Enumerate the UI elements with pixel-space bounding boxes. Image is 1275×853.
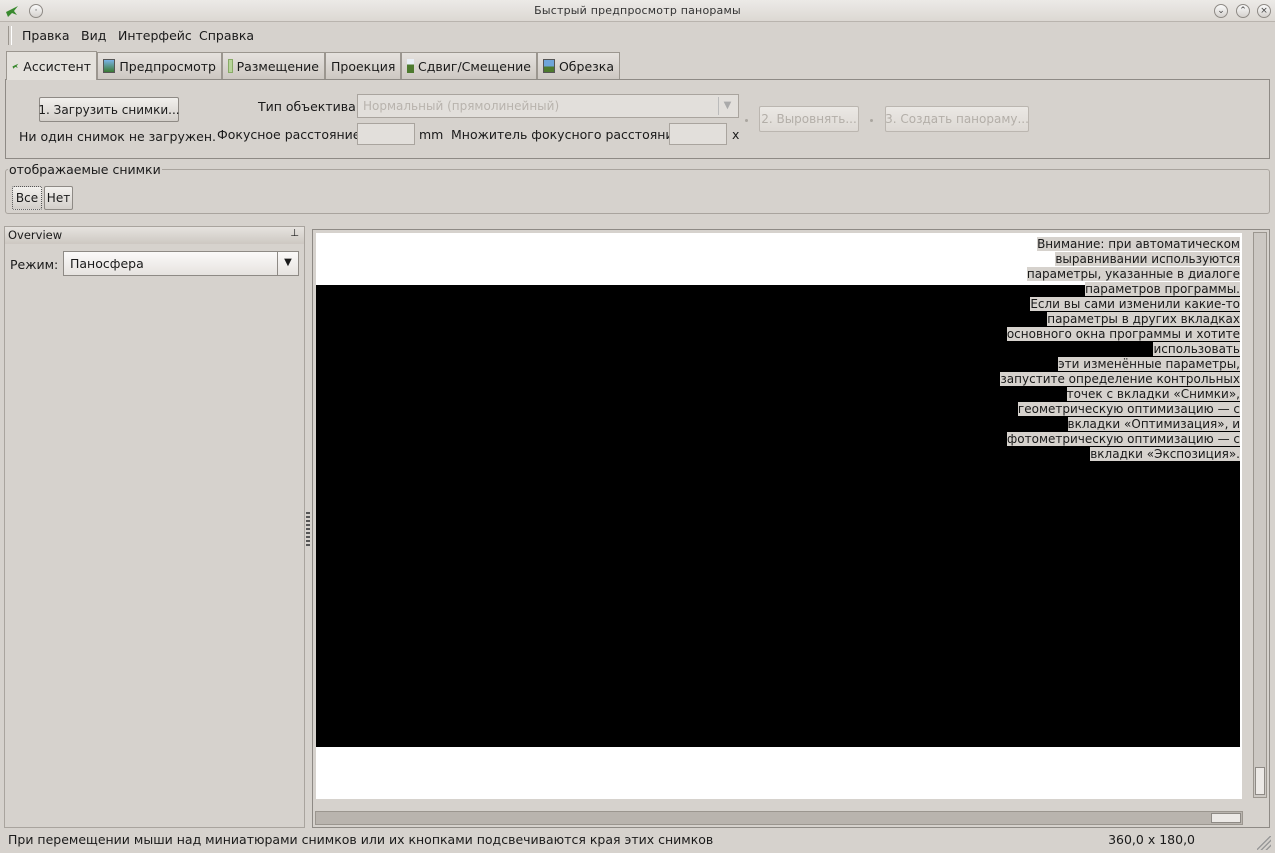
assistant-panel: 1. Загрузить снимки... Ни один снимок не…: [5, 79, 1270, 159]
tab-assistant[interactable]: Ассистент: [6, 51, 97, 80]
tab-projection[interactable]: Проекция: [325, 52, 401, 79]
horizontal-scrollbar[interactable]: [315, 811, 1243, 825]
minimize-icon[interactable]: ⌄: [1214, 4, 1228, 18]
layout-icon: [228, 59, 233, 73]
preview-area: Внимание: при автоматическом выравнивании…: [312, 229, 1270, 828]
tab-preview[interactable]: Предпросмотр: [97, 52, 222, 79]
overview-title: Overview: [8, 228, 63, 242]
scroll-thumb[interactable]: [1255, 767, 1265, 795]
status-bar: При перемещении мыши над миниатюрами сни…: [0, 830, 1275, 853]
lens-type-label: Тип объектива:: [258, 99, 360, 114]
tab-crop[interactable]: Обрезка: [537, 52, 620, 79]
chevron-down-icon: ▼: [277, 252, 298, 275]
warning-line: параметров программы.: [1085, 282, 1240, 296]
status-message: При перемещении мыши над миниатюрами сни…: [8, 832, 714, 847]
mode-select[interactable]: Паносфера ▼: [63, 251, 299, 276]
group-title: отображаемые снимки: [8, 162, 162, 177]
vertical-scrollbar[interactable]: [1253, 232, 1267, 798]
move-icon: [407, 59, 415, 73]
tab-layout[interactable]: Размещение: [222, 52, 325, 79]
splitter-handle[interactable]: [306, 512, 310, 546]
mode-value: Паносфера: [70, 256, 144, 271]
mode-label: Режим:: [10, 257, 59, 272]
focal-length-unit: mm: [419, 127, 444, 142]
tab-label: Предпросмотр: [119, 58, 216, 74]
warning-line: использовать: [1153, 342, 1240, 356]
preview-canvas[interactable]: Внимание: при автоматическом выравнивании…: [316, 233, 1242, 799]
tab-label: Обрезка: [558, 58, 614, 74]
warning-line: фотометрическую оптимизацию — с: [1007, 432, 1240, 446]
warning-line: геометрическую оптимизацию — с: [1017, 402, 1240, 416]
warning-line: Внимание: при автоматическом: [1037, 237, 1240, 251]
warning-line: эти изменённые параметры,: [1058, 357, 1240, 371]
chevron-down-icon: ▼: [718, 97, 736, 115]
menu-interface[interactable]: Интерфейс: [118, 28, 192, 43]
pin-icon[interactable]: ⊥: [290, 228, 299, 239]
warning-line: запустите определение контрольных: [1000, 372, 1240, 386]
title-bar: · Быстрый предпросмотр панорамы ⌄ ⌃ ×: [0, 0, 1275, 22]
gl-preview-icon: [103, 59, 116, 73]
menu-bar: Правка Вид Интерфейс Справка: [0, 24, 1275, 46]
menu-grip[interactable]: [8, 26, 12, 45]
tab-move[interactable]: Сдвиг/Смещение: [401, 52, 537, 79]
align-button[interactable]: 2. Выровнять...: [759, 106, 859, 132]
warning-line: основного окна программы и хотите: [1006, 327, 1240, 341]
load-images-button[interactable]: 1. Загрузить снимки...: [38, 97, 180, 122]
crop-factor-unit: x: [732, 127, 740, 142]
lens-type-value: Нормальный (прямолинейный): [363, 99, 560, 113]
tab-label: Проекция: [331, 58, 396, 74]
show-none-button[interactable]: Нет: [44, 186, 73, 210]
menu-help[interactable]: Справка: [199, 28, 254, 43]
tab-label: Ассистент: [23, 58, 91, 74]
crop-icon: [543, 59, 555, 73]
warning-line: выравнивании используются: [1055, 252, 1240, 266]
warning-line: точек с вкладки «Снимки»,: [1066, 387, 1240, 401]
separator-dot: [870, 119, 873, 122]
warning-line: параметры в других вкладках: [1047, 312, 1240, 326]
tab-label: Размещение: [236, 58, 319, 74]
show-all-button[interactable]: Все: [12, 186, 42, 210]
overview-panel: Overview ⊥ Режим: Паносфера ▼: [4, 226, 305, 828]
window-title: Быстрый предпросмотр панорамы: [534, 4, 741, 17]
crop-factor-input[interactable]: [669, 123, 727, 145]
overview-header: Overview ⊥: [5, 227, 304, 244]
displayed-images-group: отображаемые снимки Все Нет: [5, 162, 1270, 214]
resize-grip-icon[interactable]: [1257, 836, 1271, 850]
maximize-icon[interactable]: ⌃: [1236, 4, 1250, 18]
focal-length-label: Фокусное расстояние:: [217, 127, 365, 142]
crop-factor-label: Множитель фокусного расстояния:: [451, 127, 686, 142]
auto-align-warning: Внимание: при автоматическом выравнивании…: [1000, 237, 1240, 462]
warning-line: вкладки «Экспозиция».: [1090, 447, 1240, 461]
focal-length-input[interactable]: [357, 123, 415, 145]
warning-line: Если вы сами изменили какие-то: [1030, 297, 1240, 311]
status-coords: 360,0 x 180,0: [1108, 832, 1195, 847]
load-status-text: Ни один снимок не загружен.: [19, 129, 216, 144]
warning-line: вкладки «Оптимизация», и: [1067, 417, 1240, 431]
menu-edit[interactable]: Правка: [22, 28, 70, 43]
assistant-icon: [12, 63, 19, 69]
close-icon[interactable]: ×: [1257, 4, 1271, 18]
menu-view[interactable]: Вид: [81, 28, 106, 43]
separator-dot: [745, 119, 748, 122]
warning-line: параметры, указанные в диалоге: [1026, 267, 1240, 281]
create-panorama-button[interactable]: 3. Создать панораму...: [885, 106, 1029, 132]
tab-label: Сдвиг/Смещение: [418, 58, 531, 74]
scroll-thumb[interactable]: [1211, 813, 1241, 823]
lens-type-select[interactable]: Нормальный (прямолинейный) ▼: [357, 94, 739, 118]
